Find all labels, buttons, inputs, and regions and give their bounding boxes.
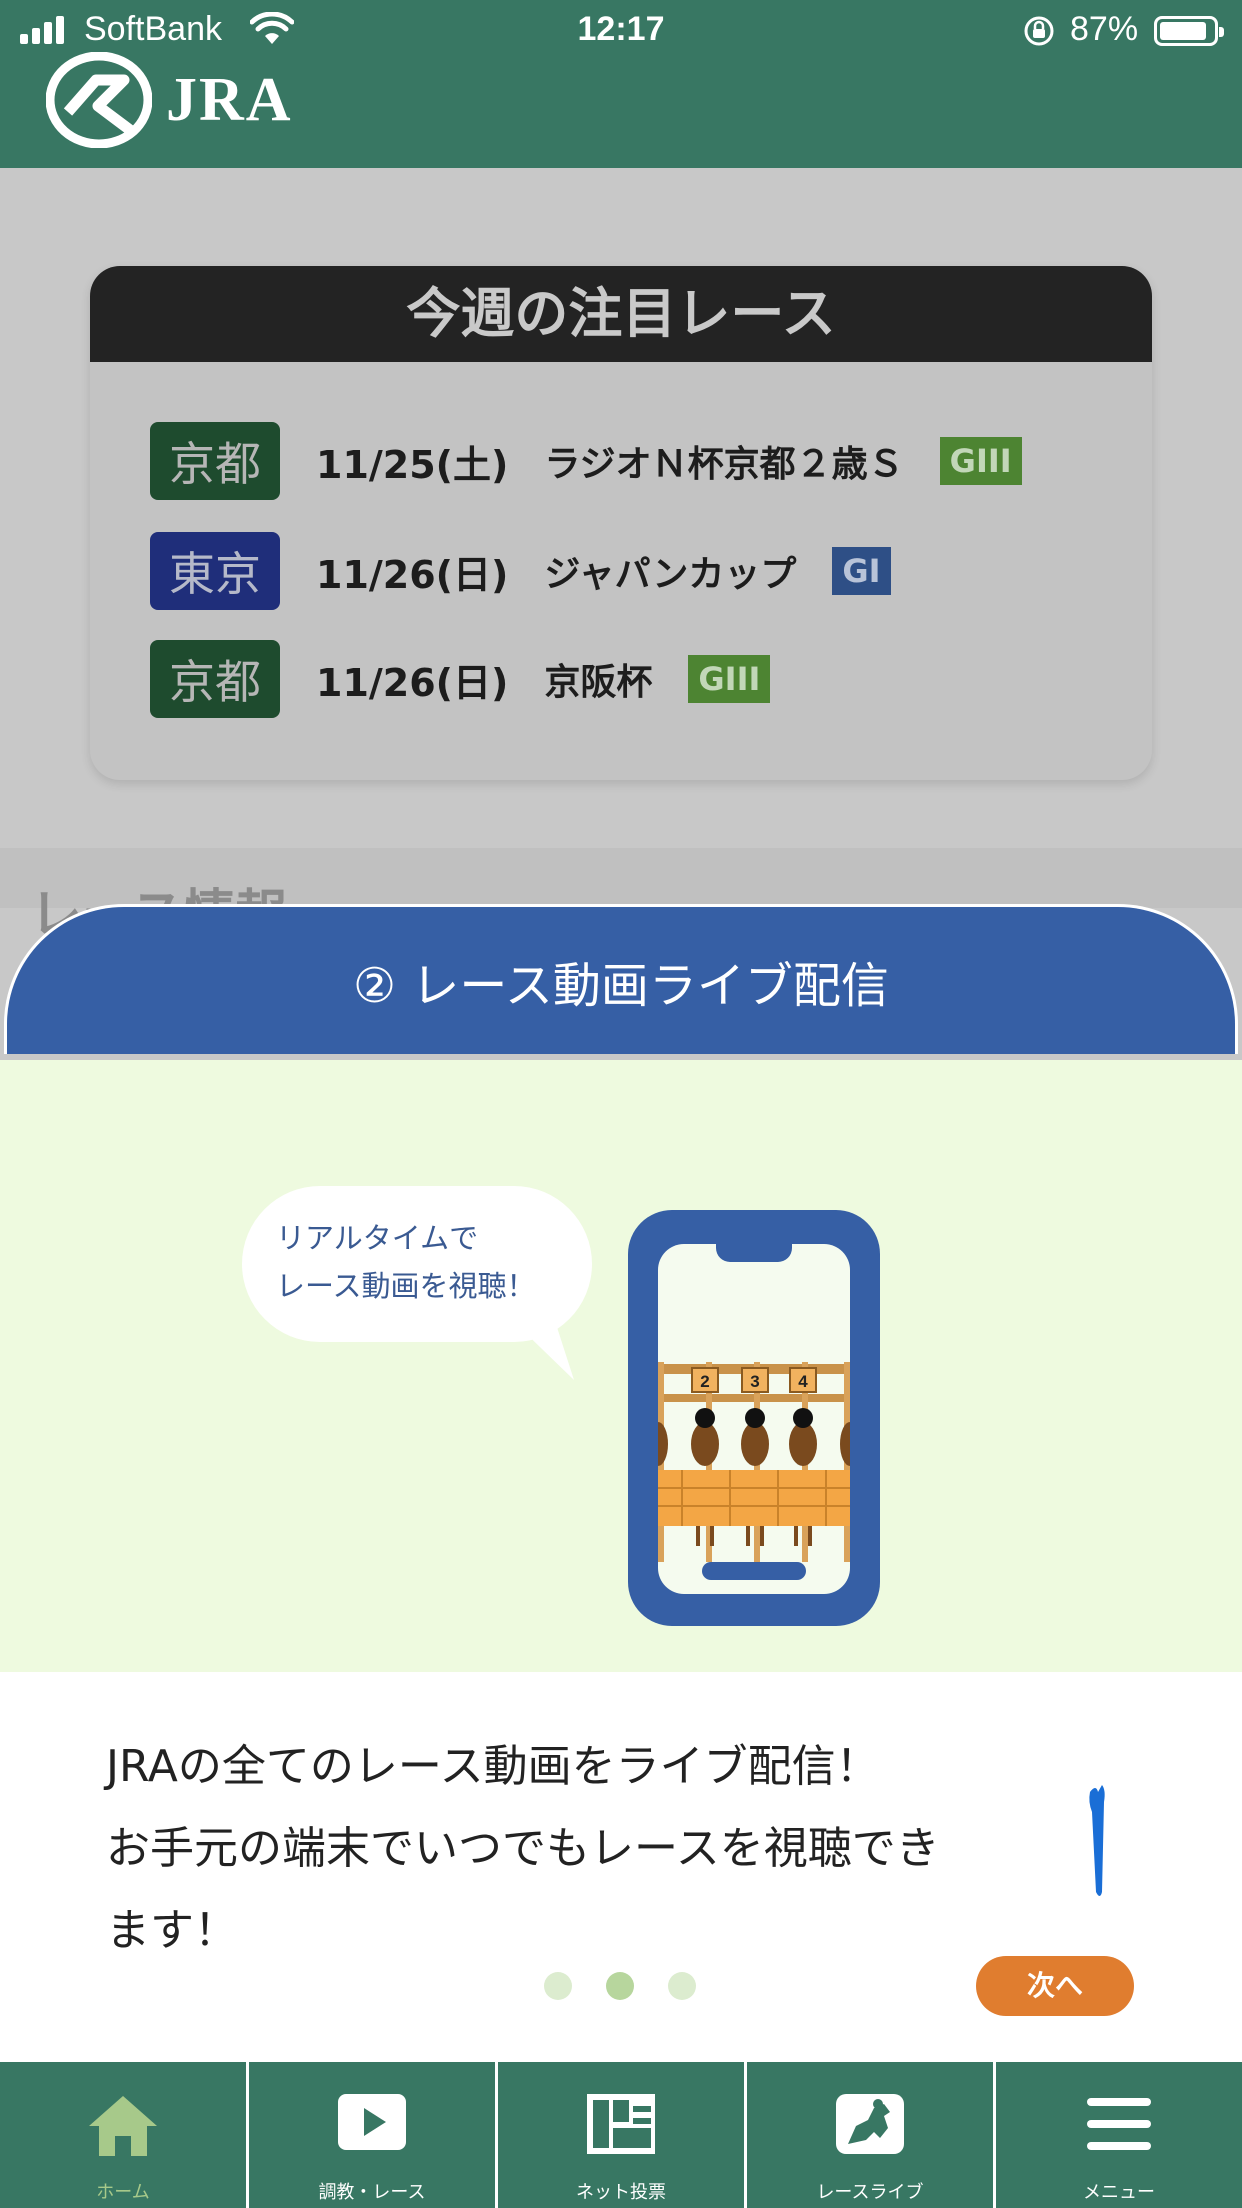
tab-label: 調教・レース: [318, 2182, 426, 2203]
tutorial-illustration: [0, 1060, 1242, 1672]
race-date: 11/26(日): [316, 552, 509, 597]
logo-text: JRA: [166, 65, 293, 134]
page-dot[interactable]: [544, 1972, 572, 2000]
rotation-lock-icon: [1024, 16, 1054, 46]
horse-live-icon: [836, 2094, 904, 2154]
hamburger-menu-icon: [1087, 2098, 1151, 2150]
bubble-line: リアルタイムで: [276, 1221, 479, 1255]
voting-terminal-icon: [587, 2094, 655, 2154]
race-row[interactable]: 京都 11/26(日) 京阪杯 GIII: [150, 640, 771, 718]
battery-percent: 87%: [1070, 10, 1139, 48]
page-dot-active[interactable]: [606, 1972, 634, 2000]
race-name: ラジオＮ杯京都２歳Ｓ: [544, 444, 904, 485]
modal-title: ② レース動画ライブ配信: [4, 904, 1238, 1054]
tab-label: ホーム: [96, 2182, 150, 2203]
bubble-line: レース動画を視聴！: [276, 1269, 536, 1303]
gate-number: 3: [750, 1372, 759, 1391]
tab-training-race[interactable]: 調教・レース: [246, 2062, 495, 2208]
tab-net-voting[interactable]: ネット投票: [495, 2062, 744, 2208]
message-line: ます！: [106, 1905, 238, 1956]
message-line: JRAの全てのレース動画をライブ配信！: [106, 1741, 880, 1792]
race-name: 京阪杯: [544, 662, 653, 703]
tab-label: レースライブ: [816, 2182, 924, 2203]
page-dot[interactable]: [668, 1972, 696, 2000]
grade-badge: GIII: [939, 437, 1022, 485]
jra-emblem-icon: [46, 52, 152, 148]
next-button[interactable]: 次へ: [976, 1956, 1134, 2016]
race-date: 11/26(日): [316, 660, 509, 705]
venue-badge: 京都: [150, 640, 280, 718]
phone-screen: 2 3 4: [658, 1244, 850, 1594]
tab-home[interactable]: ホーム: [0, 2062, 246, 2208]
race-date: 11/25(土): [316, 442, 509, 487]
featured-races-title: 今週の注目レース: [90, 266, 1152, 362]
phone-home-bar: [702, 1562, 806, 1580]
phone-notch: [716, 1238, 792, 1262]
message-line: お手元の端末でいつでもレースを視聴でき: [106, 1823, 940, 1874]
tab-label: メニュー: [1083, 2182, 1155, 2203]
starting-gate-illustration: 2 3 4: [658, 1362, 850, 1562]
venue-badge: 京都: [150, 422, 280, 500]
tab-label: ネット投票: [576, 2182, 666, 2203]
phone-illustration: 2 3 4: [628, 1210, 880, 1626]
app-header: SoftBank 12:17 87% JRA: [0, 0, 1242, 168]
featured-races-card: 今週の注目レース 京都 11/25(土) ラジオＮ杯京都２歳Ｓ GIII 東京 …: [90, 266, 1152, 780]
race-name: ジャパンカップ: [544, 554, 797, 595]
play-icon: [338, 2094, 406, 2150]
race-row[interactable]: 東京 11/26(日) ジャパンカップ GI: [150, 532, 891, 610]
tab-bar: ホーム 調教・レース ネット投票 レースライブ メニュー: [0, 2062, 1242, 2208]
gate-number: 4: [798, 1372, 808, 1391]
grade-badge: GI: [832, 547, 891, 595]
grade-badge: GIII: [688, 655, 771, 703]
speech-bubble-tail: [510, 1318, 574, 1380]
battery-icon: [1154, 16, 1224, 46]
scroll-indicator[interactable]: [1082, 1782, 1112, 1902]
home-icon: [89, 2096, 157, 2156]
venue-badge: 東京: [150, 532, 280, 610]
modal-message: JRAの全てのレース動画をライブ配信！ お手元の端末でいつでもレースを視聴でき …: [106, 1726, 1026, 1972]
race-row[interactable]: 京都 11/25(土) ラジオＮ杯京都２歳Ｓ GIII: [150, 422, 1022, 500]
tab-menu[interactable]: メニュー: [993, 2062, 1242, 2208]
status-bar: SoftBank 12:17 87%: [0, 0, 1242, 60]
jra-logo[interactable]: JRA: [46, 52, 293, 148]
gate-number: 2: [700, 1372, 709, 1391]
tab-race-live[interactable]: レースライブ: [744, 2062, 993, 2208]
